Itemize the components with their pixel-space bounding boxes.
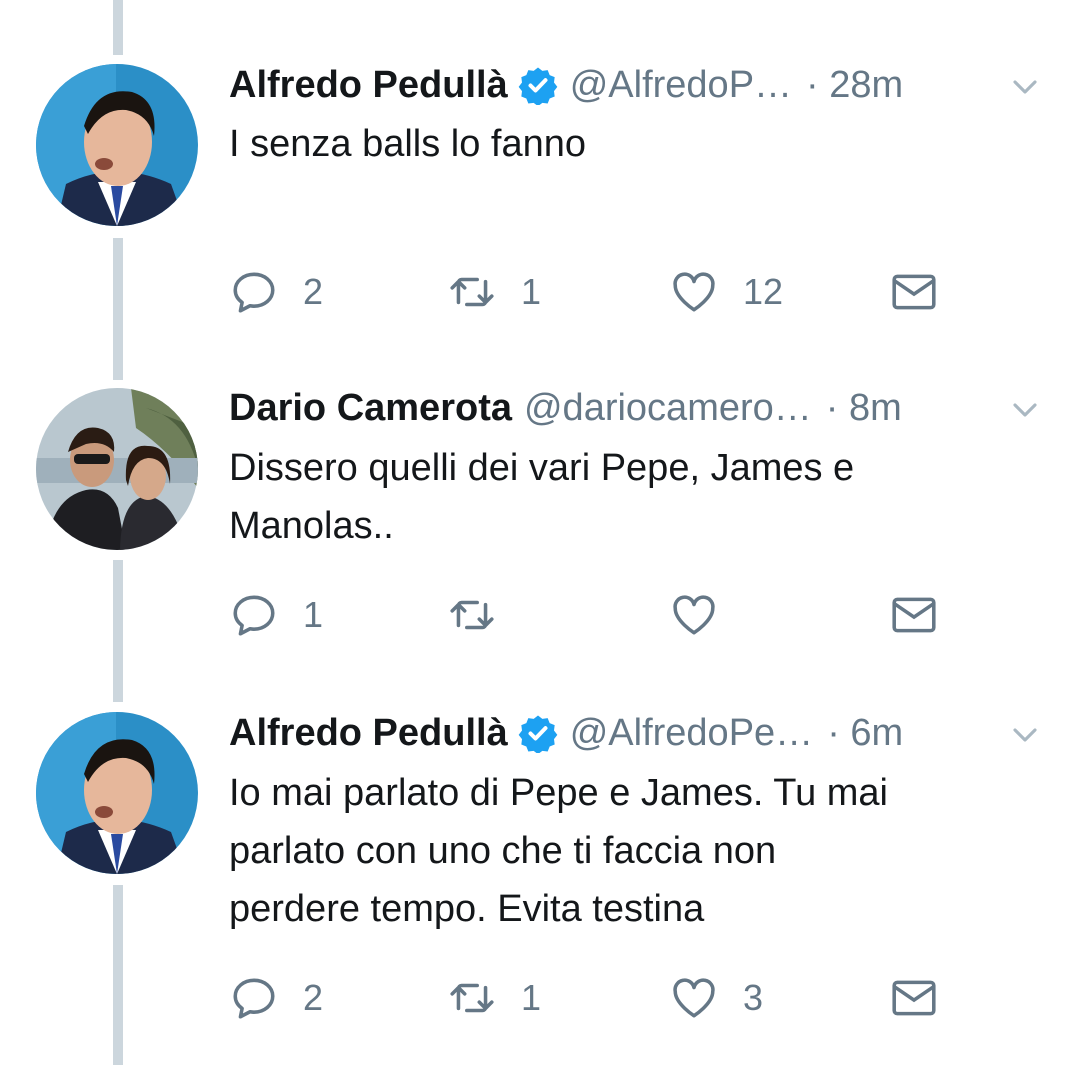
reply-icon — [233, 272, 275, 313]
direct-message-button[interactable] — [889, 267, 939, 317]
retweet-icon — [450, 983, 494, 1013]
envelope-icon — [892, 980, 936, 1016]
tweet[interactable]: Alfredo Pedullà @AlfredoP… · 28m I senza… — [0, 0, 1080, 370]
heart-icon — [673, 595, 715, 635]
verified-badge-icon — [518, 715, 558, 753]
tweet-header: Dario Camerota @dariocamero… · 8m — [229, 383, 1040, 433]
tweet-header: Alfredo Pedullà @AlfredoP… · 28m — [229, 60, 1040, 110]
user-avatar[interactable] — [36, 388, 198, 550]
tweet-text: Dissero quelli dei vari Pepe, James e Ma… — [229, 439, 1029, 555]
heart-icon — [673, 272, 715, 312]
reply-count: 2 — [303, 271, 324, 312]
author-handle[interactable]: @dariocamero… — [524, 387, 812, 430]
retweet-icon — [450, 600, 494, 630]
tweet-actions: 1 — [229, 590, 949, 640]
tweet-text: I senza balls lo fanno — [229, 115, 1029, 173]
retweet-button[interactable]: 1 — [447, 973, 541, 1023]
tweet-text-line: Io mai parlato di Pepe e James. Tu mai — [229, 772, 888, 814]
retweet-count: 1 — [521, 271, 542, 312]
tweet[interactable]: Dario Camerota @dariocamero… · 8m Disser… — [0, 380, 1080, 690]
like-count: 3 — [743, 977, 764, 1018]
author-handle[interactable]: @AlfredoPe… — [570, 712, 813, 755]
reply-button[interactable]: 2 — [229, 973, 323, 1023]
author-name[interactable]: Dario Camerota — [229, 387, 512, 430]
reply-button[interactable]: 2 — [229, 267, 323, 317]
tweet-text-line: parlato con uno che ti faccia non — [229, 830, 777, 872]
chevron-down-icon[interactable] — [1010, 72, 1040, 102]
like-count: 12 — [743, 271, 784, 312]
tweet-text: Io mai parlato di Pepe e James. Tu mai p… — [229, 764, 1029, 938]
reply-button[interactable]: 1 — [229, 590, 323, 640]
envelope-icon — [892, 597, 936, 633]
direct-message-button[interactable] — [889, 590, 939, 640]
reply-icon — [233, 595, 275, 636]
chevron-down-icon[interactable] — [1010, 395, 1040, 425]
heart-icon — [673, 978, 715, 1018]
retweet-button[interactable]: 1 — [447, 267, 541, 317]
tweet-timestamp[interactable]: · 8m — [826, 387, 902, 430]
author-handle[interactable]: @AlfredoP… — [570, 64, 792, 107]
reply-count: 1 — [303, 594, 324, 635]
tweet-actions: 2 1 3 — [229, 973, 949, 1023]
tweet-timestamp[interactable]: · 6m — [827, 712, 903, 755]
reply-count: 2 — [303, 977, 324, 1018]
tweet-actions: 2 1 12 — [229, 267, 949, 317]
reply-icon — [233, 978, 275, 1019]
retweet-icon — [450, 277, 494, 307]
like-button[interactable] — [669, 590, 743, 640]
retweet-count: 1 — [521, 977, 542, 1018]
tweet-timestamp[interactable]: · 28m — [806, 64, 903, 107]
chevron-down-icon[interactable] — [1010, 720, 1040, 750]
retweet-button[interactable] — [447, 590, 521, 640]
tweet-header: Alfredo Pedullà @AlfredoPe… · 6m — [229, 708, 1040, 758]
tweet-text-line: Manolas.. — [229, 505, 394, 547]
like-button[interactable]: 12 — [669, 267, 783, 317]
user-avatar[interactable] — [36, 712, 198, 874]
verified-badge-icon — [518, 67, 558, 105]
like-button[interactable]: 3 — [669, 973, 763, 1023]
author-name[interactable]: Alfredo Pedullà — [229, 712, 508, 755]
tweet-text-line: perdere tempo. Evita testina — [229, 888, 705, 930]
author-name[interactable]: Alfredo Pedullà — [229, 64, 508, 107]
direct-message-button[interactable] — [889, 973, 939, 1023]
tweet[interactable]: Alfredo Pedullà @AlfredoPe… · 6m Io mai … — [0, 700, 1080, 1060]
user-avatar[interactable] — [36, 64, 198, 226]
tweet-text-line: I senza balls lo fanno — [229, 123, 587, 165]
tweet-text-line: Dissero quelli dei vari Pepe, James e — [229, 447, 855, 489]
envelope-icon — [892, 274, 936, 310]
